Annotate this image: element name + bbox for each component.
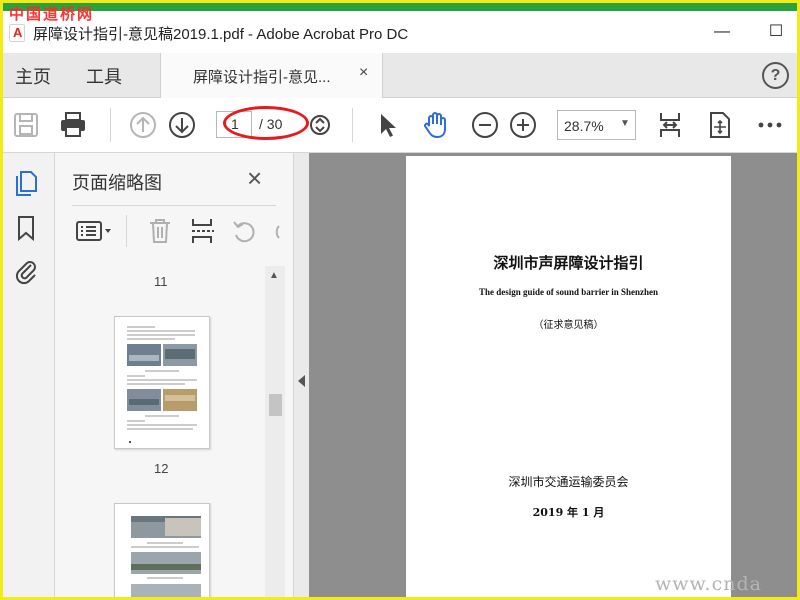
print-icon[interactable] — [58, 110, 88, 140]
document-view[interactable]: 深圳市声屏障设计指引 The design guide of sound bar… — [309, 153, 797, 597]
panel-divider — [72, 205, 276, 206]
document-tab[interactable]: 屏障设计指引-意见... × — [160, 53, 383, 98]
navigation-rail — [3, 153, 55, 597]
annotation-ellipse — [223, 106, 309, 140]
watermark-bottom: www.cnda — [655, 573, 762, 595]
document-note: （征求意见稿） — [533, 320, 604, 331]
zoom-value: 28.7% — [564, 118, 604, 134]
zoom-select[interactable]: 28.7% ▼ — [557, 110, 636, 140]
document-subtitle: The design guide of sound barrier in She… — [478, 287, 659, 297]
page-thumbnails-icon[interactable] — [13, 169, 39, 197]
delete-icon[interactable] — [146, 216, 174, 246]
panel-separator — [126, 215, 127, 247]
next-page-icon[interactable] — [167, 110, 197, 140]
bookmark-icon[interactable] — [13, 214, 39, 242]
help-icon[interactable]: ? — [762, 62, 789, 89]
acrobat-icon — [9, 24, 25, 42]
menu-home[interactable]: 主页 — [15, 63, 51, 89]
zoom-in-icon[interactable] — [508, 110, 538, 140]
document-title: 深圳市声屏障设计指引 — [493, 254, 644, 272]
page-nav-icon[interactable] — [305, 110, 335, 140]
zoom-out-icon[interactable] — [470, 110, 500, 140]
rotate-clockwise-icon[interactable] — [269, 216, 281, 246]
menu-tools[interactable]: 工具 — [86, 63, 122, 89]
attachment-icon[interactable] — [13, 257, 39, 285]
tab-bar: 主页 工具 屏障设计指引-意见... × ? — [3, 53, 797, 98]
full-screen-icon[interactable] — [705, 110, 735, 140]
scroll-thumb[interactable] — [269, 394, 282, 416]
extract-pages-icon[interactable] — [189, 216, 217, 246]
thumbnail-label: 11 — [154, 274, 168, 289]
pdf-page: 深圳市声屏障设计指引 The design guide of sound bar… — [406, 156, 731, 597]
toolbar-separator — [110, 108, 111, 142]
toolbar-separator — [352, 108, 353, 142]
thumbnail-page-12[interactable] — [114, 316, 210, 449]
thumbnails-scrollbar[interactable]: ▲ — [265, 266, 285, 597]
document-date: 2019 年 1 月 — [532, 506, 605, 519]
scroll-up-icon[interactable]: ▲ — [269, 270, 279, 281]
thumbnail-options-icon[interactable] — [75, 216, 115, 246]
window-title: 屏障设计指引-意见稿2019.1.pdf - Adobe Acrobat Pro… — [33, 26, 409, 43]
select-cursor-icon[interactable] — [373, 110, 403, 140]
save-icon[interactable] — [11, 110, 41, 140]
toolbar: 1 / 30 28.7% ▼ — [3, 98, 797, 153]
rotate-icon[interactable] — [230, 216, 258, 246]
fit-width-icon[interactable] — [655, 110, 685, 140]
hand-tool-icon[interactable] — [421, 110, 451, 140]
title-bar: 屏障设计指引-意见稿2019.1.pdf - Adobe Acrobat Pro… — [3, 11, 797, 53]
collapse-panel-handle[interactable] — [293, 153, 309, 597]
more-options-icon[interactable] — [755, 110, 785, 140]
document-tab-label: 屏障设计指引-意见... — [193, 69, 331, 86]
top-strip — [3, 3, 797, 11]
watermark-top: 中国道桥网 — [9, 5, 95, 23]
close-tab-icon[interactable]: × — [359, 64, 368, 82]
thumbnail-label: 12 — [154, 461, 169, 476]
document-organization: 深圳市交通运输委员会 — [508, 475, 629, 489]
thumbnails-panel: 页面缩略图 × 11 12 — [55, 153, 293, 597]
chevron-down-icon: ▼ — [620, 118, 630, 129]
previous-page-icon[interactable] — [128, 110, 158, 140]
close-panel-icon[interactable]: × — [247, 163, 262, 194]
app-window: 屏障设计指引-意见稿2019.1.pdf - Adobe Acrobat Pro… — [0, 0, 800, 600]
maximize-button[interactable]: ☐ — [761, 21, 791, 43]
chevron-left-icon — [298, 375, 305, 387]
minimize-button[interactable]: — — [707, 21, 737, 43]
thumbnail-page-13[interactable] — [114, 503, 210, 597]
panel-title: 页面缩略图 — [72, 173, 162, 193]
